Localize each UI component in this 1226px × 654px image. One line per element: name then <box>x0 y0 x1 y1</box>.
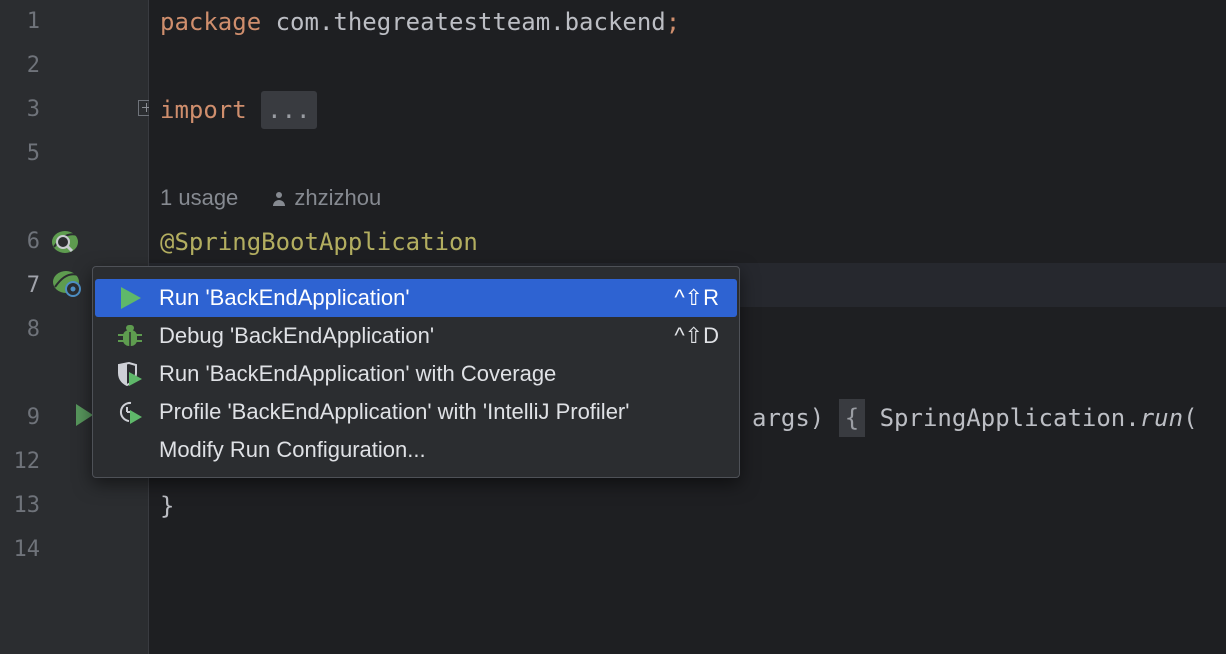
menu-item-label: Run 'BackEndApplication' <box>159 285 410 310</box>
menu-item-label: Modify Run Configuration... <box>159 437 426 462</box>
person-icon <box>272 192 286 206</box>
line-number: 1 <box>26 9 40 34</box>
menu-item-debug[interactable]: Debug 'BackEndApplication' ^⇧D <box>95 317 737 355</box>
author-name: zhzizhou <box>294 185 382 210</box>
menu-item-modify-config[interactable]: Modify Run Configuration... <box>95 431 737 469</box>
code-vision-inlay: 1 usage zhzizhou <box>160 176 381 220</box>
line-number: 2 <box>26 53 40 78</box>
semicolon: ; <box>665 8 681 36</box>
menu-item-shortcut: ^⇧R <box>674 285 719 310</box>
line-number: 3 <box>26 97 40 122</box>
line-number: 12 <box>13 449 41 474</box>
closing-brace: } <box>160 492 175 520</box>
code-line-package: package com.thegreatestteam.backend; <box>160 0 680 44</box>
method-ref: run <box>1139 404 1184 432</box>
usages-hint[interactable]: 1 usage <box>160 185 238 210</box>
spring-bean-run-icon[interactable] <box>52 268 82 298</box>
line-number: 13 <box>13 493 41 518</box>
spring-bean-search-icon[interactable] <box>50 227 80 257</box>
run-gutter-icon[interactable] <box>76 404 93 426</box>
folded-imports[interactable]: ... <box>261 91 317 129</box>
debug-icon <box>118 325 142 346</box>
line-number: 6 <box>26 229 40 254</box>
keyword: import <box>160 96 247 124</box>
code-line-main: args) { SpringApplication.run( <box>752 396 1198 440</box>
line-number: 5 <box>26 141 40 166</box>
menu-item-label: Run 'BackEndApplication' with Coverage <box>159 361 557 386</box>
menu-item-run[interactable]: Run 'BackEndApplication' ^⇧R <box>95 279 737 317</box>
profile-icon <box>120 401 142 424</box>
line-number: 8 <box>26 317 40 342</box>
code-line-annotation: @SpringBootApplication <box>160 220 478 264</box>
package-name: com.thegreatestteam.backend <box>261 8 666 36</box>
menu-item-label: Debug 'BackEndApplication' <box>159 323 435 348</box>
annotation: @SpringBootApplication <box>160 228 478 256</box>
args-param: args) <box>752 404 825 432</box>
line-number: 9 <box>26 405 40 430</box>
paren: ( <box>1183 404 1198 432</box>
line-number: 7 <box>26 273 40 298</box>
class-ref: SpringApplication. <box>879 404 1140 432</box>
code-line-import: import ... <box>160 88 317 132</box>
line-number: 14 <box>13 537 41 562</box>
menu-item-profile[interactable]: Profile 'BackEndApplication' with 'Intel… <box>95 393 737 431</box>
run-context-popup: Run 'BackEndApplication' ^⇧R Debug 'Back… <box>92 266 740 478</box>
run-icon <box>121 287 141 309</box>
code-line-closing-brace: } <box>160 484 174 528</box>
author-hint[interactable]: zhzizhou <box>272 185 381 210</box>
menu-item-run-coverage[interactable]: Run 'BackEndApplication' with Coverage <box>95 355 737 393</box>
keyword: package <box>160 8 262 36</box>
menu-item-shortcut: ^⇧D <box>674 323 719 348</box>
folded-brace[interactable]: { <box>838 399 866 437</box>
coverage-icon <box>118 362 142 386</box>
menu-item-label: Profile 'BackEndApplication' with 'Intel… <box>159 399 630 424</box>
